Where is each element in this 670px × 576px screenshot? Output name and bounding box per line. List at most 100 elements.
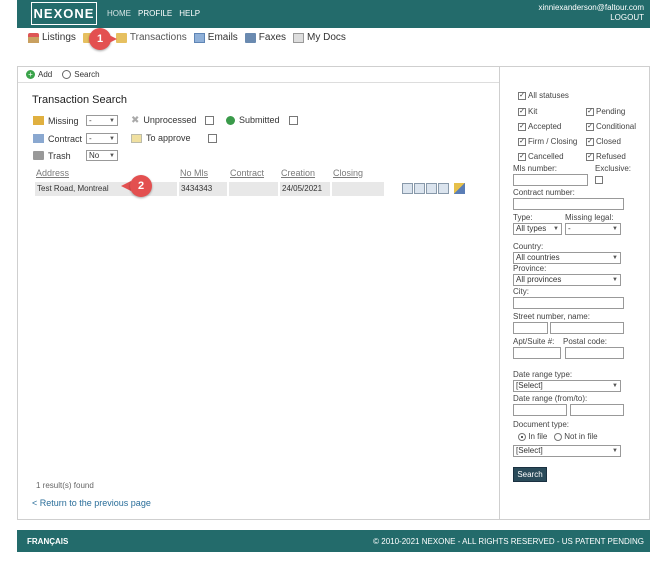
row-actions: [402, 183, 465, 194]
results-count: 1 result(s) found: [36, 481, 94, 490]
chevron-down-icon: ▼: [612, 277, 618, 283]
filter-contract-label: Contract: [48, 133, 83, 144]
nav-listings-label: Listings: [42, 32, 76, 43]
status-cancelled[interactable]: ✓ Cancelled: [518, 152, 564, 161]
view-document-icon[interactable]: [402, 183, 413, 194]
in-file-option[interactable]: In file: [518, 432, 547, 441]
accepted-checkbox[interactable]: ✓: [518, 122, 526, 131]
nav-mydocs[interactable]: My Docs: [293, 32, 346, 43]
edit-icon[interactable]: [454, 183, 465, 194]
col-mls[interactable]: No Mls: [180, 168, 208, 178]
unprocessed-checkbox[interactable]: [205, 115, 215, 125]
col-address[interactable]: Address: [36, 168, 69, 178]
exclusive-checkbox[interactable]: [595, 175, 603, 184]
type-label: Type:: [513, 213, 533, 222]
status-pending[interactable]: ✓ Pending: [586, 107, 625, 116]
kit-checkbox[interactable]: ✓: [518, 107, 526, 116]
contract-select[interactable]: - ▼: [86, 133, 118, 144]
document-icon[interactable]: [414, 183, 425, 194]
city-input[interactable]: [513, 297, 624, 309]
submitted-checkbox[interactable]: [289, 115, 298, 125]
all-statuses[interactable]: ✓ All statuses: [518, 91, 569, 100]
status-conditional[interactable]: ✓ Conditional: [586, 122, 636, 131]
chevron-down-icon: ▼: [612, 255, 618, 261]
firm-closing-checkbox[interactable]: ✓: [518, 137, 526, 146]
street-name-input[interactable]: [550, 322, 624, 334]
mls-number-input[interactable]: [513, 174, 588, 186]
all-statuses-checkbox[interactable]: ✓: [518, 91, 526, 100]
add-button[interactable]: + Add: [26, 70, 52, 79]
language-link[interactable]: FRANÇAIS: [27, 537, 68, 546]
nav-faxes[interactable]: Faxes: [244, 32, 287, 43]
contract-icon: [33, 134, 44, 143]
search-icon: [62, 70, 72, 79]
country-select[interactable]: All countries ▼: [513, 252, 621, 264]
apt-input[interactable]: [513, 347, 561, 359]
top-nav: HOME PROFILE HELP: [107, 9, 200, 18]
nav-profile[interactable]: PROFILE: [138, 9, 172, 18]
closed-checkbox[interactable]: ✓: [586, 137, 594, 146]
status-closed[interactable]: ✓ Closed: [586, 137, 621, 146]
not-in-file-radio[interactable]: [554, 432, 562, 441]
in-file-radio[interactable]: [518, 432, 526, 441]
nav-emails[interactable]: Emails: [193, 32, 238, 43]
search-toolbar-button[interactable]: Search: [62, 70, 100, 79]
status-firm-closing[interactable]: ✓ Firm / Closing: [518, 137, 577, 146]
status-accepted[interactable]: ✓ Accepted: [518, 122, 561, 131]
fax-icon: [244, 32, 256, 43]
status-kit[interactable]: ✓ Kit: [518, 107, 537, 116]
footer: FRANÇAIS © 2010-2021 NEXONE - ALL RIGHTS…: [17, 530, 650, 552]
postal-code-input[interactable]: [565, 347, 624, 359]
table-row[interactable]: Test Road, Montreal 3434343 24/05/2021: [35, 182, 465, 196]
province-select[interactable]: All provinces ▼: [513, 274, 621, 286]
nav-home[interactable]: HOME: [107, 9, 131, 18]
nav-listings[interactable]: Listings: [28, 32, 76, 43]
document-type-select[interactable]: [Select] ▼: [513, 445, 621, 457]
missing-legal-label: Missing legal:: [565, 213, 614, 222]
row-mls: 3434343: [179, 182, 227, 196]
cancelled-checkbox[interactable]: ✓: [518, 152, 526, 161]
street-number-input[interactable]: [513, 322, 548, 334]
to-approve-checkbox[interactable]: [208, 133, 217, 143]
nav-help[interactable]: HELP: [179, 9, 200, 18]
submitted-icon: [226, 115, 235, 125]
user-email[interactable]: xinniexanderson@faltour.com: [538, 3, 644, 13]
type-select[interactable]: All types ▼: [513, 223, 562, 235]
section-nav: Listings Transactions Emails Faxes My Do…: [28, 32, 346, 43]
contract-number-input[interactable]: [513, 198, 624, 210]
documents-icon: [293, 32, 305, 43]
print-icon[interactable]: [438, 183, 449, 194]
x-icon: ✖: [131, 114, 140, 126]
pending-checkbox[interactable]: ✓: [586, 107, 594, 116]
filter-missing-label: Missing: [48, 115, 79, 126]
missing-legal-select[interactable]: - ▼: [565, 223, 621, 235]
refused-checkbox[interactable]: ✓: [586, 152, 594, 161]
not-in-file-option[interactable]: Not in file: [554, 432, 598, 441]
approve-icon: [131, 133, 142, 143]
return-link[interactable]: < Return to the previous page: [32, 498, 151, 508]
col-creation[interactable]: Creation: [281, 168, 315, 178]
forward-icon[interactable]: [426, 183, 437, 194]
trash-select[interactable]: No ▼: [86, 150, 118, 161]
search-results-panel: + Add Search Transaction Search Missing …: [18, 67, 500, 519]
filter-missing: Missing - ▼: [33, 115, 118, 126]
city-label: City:: [513, 287, 529, 296]
date-from-input[interactable]: [513, 404, 567, 416]
nexone-logo[interactable]: NEXONE: [31, 2, 97, 25]
date-range-type-select[interactable]: [Select] ▼: [513, 380, 621, 392]
chevron-down-icon: ▼: [612, 383, 618, 389]
missing-icon: [33, 116, 44, 125]
conditional-checkbox[interactable]: ✓: [586, 122, 594, 131]
document-type-label: Document type:: [513, 420, 570, 429]
missing-select[interactable]: - ▼: [86, 115, 118, 126]
date-to-input[interactable]: [570, 404, 624, 416]
filter-contract: Contract - ▼: [33, 133, 118, 144]
status-refused[interactable]: ✓ Refused: [586, 152, 626, 161]
col-closing[interactable]: Closing: [333, 168, 363, 178]
logout-link[interactable]: LOGOUT: [538, 13, 644, 23]
nav-faxes-label: Faxes: [258, 32, 287, 43]
search-button[interactable]: Search: [513, 467, 547, 482]
col-contract[interactable]: Contract: [230, 168, 264, 178]
nav-transactions[interactable]: Transactions: [115, 32, 187, 43]
user-box: xinniexanderson@faltour.com LOGOUT: [538, 3, 644, 23]
